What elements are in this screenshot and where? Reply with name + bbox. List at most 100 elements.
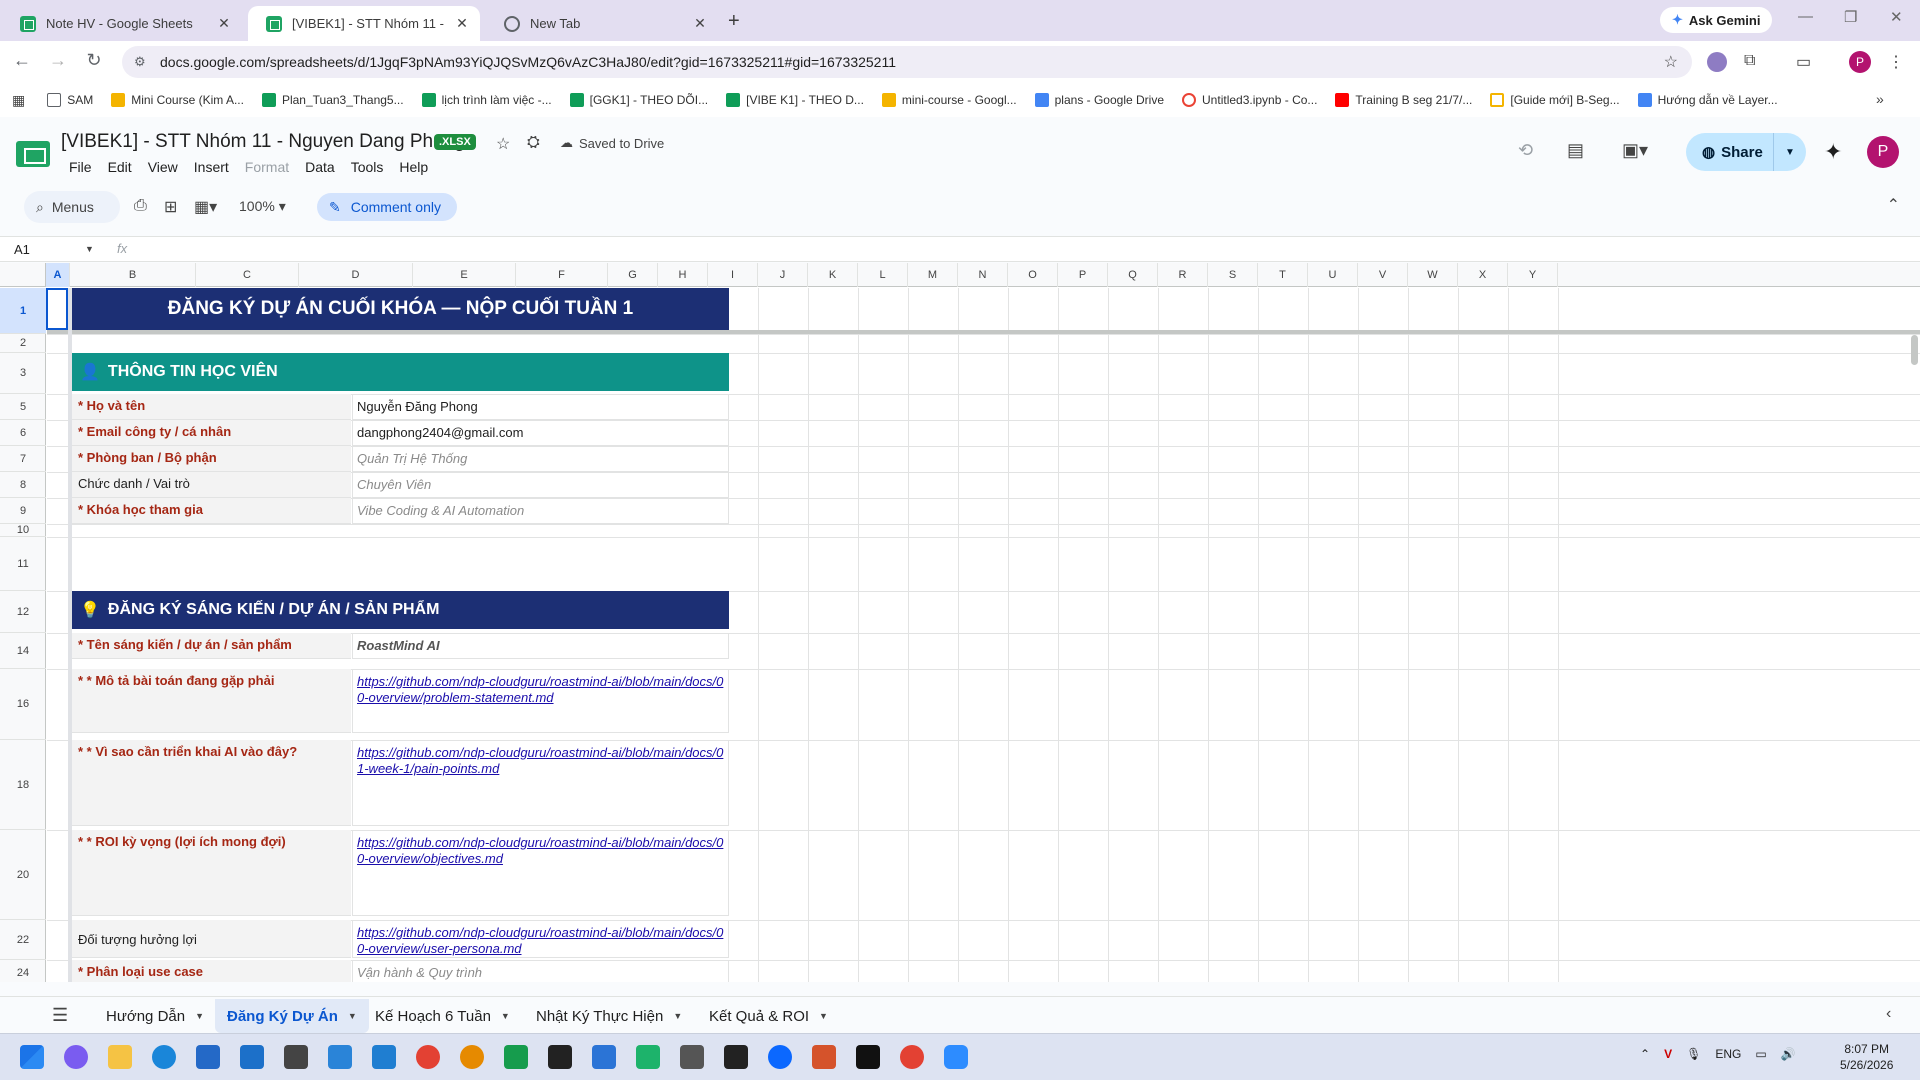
comment-only-mode-button[interactable]: ✎ Comment only — [317, 193, 457, 221]
row-header-2[interactable]: 2 — [0, 334, 46, 353]
value-why-ai-link[interactable]: https://github.com/ndp-cloudguru/roastmi… — [352, 740, 729, 826]
bookmark-star-icon[interactable]: ☆ — [1664, 52, 1678, 72]
sheet-tab-huong-dan[interactable]: Hướng Dẫn ▼ — [94, 999, 216, 1033]
row-header-20[interactable]: 20 — [0, 830, 46, 920]
row-header-11[interactable]: 11 — [0, 537, 46, 591]
row-header-18[interactable]: 18 — [0, 740, 46, 830]
meet-icon[interactable]: ▣▾ — [1622, 140, 1648, 161]
bookmark-item[interactable]: mini-course - Googl... — [881, 93, 1017, 107]
forward-icon[interactable]: → — [46, 50, 70, 71]
all-sheets-menu-icon[interactable]: ☰ — [52, 1005, 68, 1026]
selected-cell-a1[interactable] — [46, 288, 68, 330]
vietkey-icon[interactable]: V — [1664, 1047, 1672, 1061]
column-header-q[interactable]: Q — [1108, 263, 1158, 287]
app-icon[interactable] — [284, 1045, 308, 1069]
minimize-icon[interactable]: — — [1798, 8, 1813, 25]
bookmark-item[interactable]: plans - Google Drive — [1034, 93, 1164, 107]
chevron-down-icon[interactable]: ▼ — [819, 1011, 828, 1021]
row-header-24[interactable]: 24 — [0, 960, 46, 982]
chrome-profile-avatar[interactable]: P — [1849, 51, 1871, 73]
new-tab-button[interactable]: + — [728, 10, 740, 33]
column-header-e[interactable]: E — [413, 263, 516, 287]
extension-icon[interactable] — [1707, 52, 1727, 72]
apps-grid-icon[interactable]: ▦ — [12, 92, 25, 109]
document-title[interactable]: [VIBEK1] - STT Nhóm 11 - Nguyen Dang Pho… — [61, 131, 465, 153]
restore-icon[interactable]: ❐ — [1844, 8, 1857, 26]
microphone-icon[interactable]: 🎙 — [1686, 1047, 1701, 1061]
version-history-icon[interactable]: ⟲ — [1518, 140, 1533, 161]
bookmark-item[interactable]: Plan_Tuan3_Thang5... — [261, 93, 404, 107]
split-view-icon[interactable]: ▭ — [1796, 52, 1816, 72]
reload-icon[interactable]: ↻ — [82, 50, 106, 71]
column-header-u[interactable]: U — [1308, 263, 1358, 287]
menu-format[interactable]: Format — [237, 157, 297, 177]
sheet-tab-nhat-ky[interactable]: Nhật Ký Thực Hiện ▼ — [524, 999, 694, 1033]
spreadsheet-grid[interactable]: ABCDEFGHIJKLMNOPQRSTUVWXY 1 2 3 5 6 7 8 9 10 11 12… — [0, 263, 1920, 982]
bookmark-item[interactable]: [GGK1] - THEO DÕI... — [569, 93, 708, 107]
excel-icon[interactable] — [504, 1045, 528, 1069]
select-all-corner[interactable] — [0, 263, 46, 287]
ask-gemini-button[interactable]: ✦ Ask Gemini — [1660, 7, 1773, 33]
label-why-ai[interactable]: * * Vì sao cần triển khai AI vào đây? — [72, 740, 351, 826]
chevron-down-icon[interactable]: ▼ — [673, 1011, 682, 1021]
column-header-j[interactable]: J — [758, 263, 808, 287]
url-bar[interactable]: ⚙ docs.google.com/spreadsheets/d/1JgqF3p… — [122, 46, 1692, 78]
row-header-10[interactable]: 10 — [0, 524, 46, 537]
language-indicator[interactable]: ENG — [1715, 1047, 1741, 1061]
close-icon[interactable]: ✕ — [454, 15, 470, 32]
zalo-icon[interactable] — [768, 1045, 792, 1069]
section-project-registration[interactable]: 💡 ĐĂNG KÝ SÁNG KIẾN / DỰ ÁN / SẢN PHẨM — [72, 591, 729, 629]
menu-view[interactable]: View — [140, 157, 186, 177]
label-use-case[interactable]: * Phân loại use case — [72, 960, 351, 982]
chevron-down-icon[interactable]: ▼ — [85, 244, 94, 254]
row-header-6[interactable]: 6 — [0, 420, 46, 446]
menu-data[interactable]: Data — [297, 157, 343, 177]
column-header-o[interactable]: O — [1008, 263, 1058, 287]
row-header-22[interactable]: 22 — [0, 920, 46, 960]
form-title-banner[interactable]: ĐĂNG KÝ DỰ ÁN CUỐI KHÓA — NỘP CUỐI TUẦN … — [72, 288, 729, 330]
vscode-icon[interactable] — [372, 1045, 396, 1069]
menu-tools[interactable]: Tools — [343, 157, 392, 177]
column-header-d[interactable]: D — [299, 263, 413, 287]
column-header-g[interactable]: G — [608, 263, 658, 287]
menus-search-button[interactable]: ⌕ Menus — [24, 191, 120, 223]
cmd-icon[interactable] — [856, 1045, 880, 1069]
back-icon[interactable]: ← — [10, 50, 34, 71]
sheets-logo-icon[interactable] — [16, 141, 50, 167]
store-icon[interactable] — [196, 1045, 220, 1069]
chrome-icon[interactable] — [416, 1045, 440, 1069]
column-header-r[interactable]: R — [1158, 263, 1208, 287]
row-header-3[interactable]: 3 — [0, 353, 46, 394]
value-project-name[interactable]: RoastMind AI — [352, 633, 729, 659]
column-header-s[interactable]: S — [1208, 263, 1258, 287]
column-header-x[interactable]: X — [1458, 263, 1508, 287]
browser-tab-new-tab[interactable]: New Tab ✕ — [486, 6, 718, 41]
section-student-info[interactable]: 👤 THÔNG TIN HỌC VIÊN — [72, 353, 729, 391]
column-header-y[interactable]: Y — [1508, 263, 1558, 287]
name-box[interactable]: A1 — [14, 242, 94, 257]
add-note-icon[interactable]: ⊞ — [164, 197, 177, 217]
column-header-t[interactable]: T — [1258, 263, 1308, 287]
menu-file[interactable]: File — [61, 157, 100, 177]
column-header-f[interactable]: F — [516, 263, 608, 287]
side-panel-toggle-icon[interactable]: ‹ — [1886, 1005, 1891, 1023]
row-header-1[interactable]: 1 — [0, 288, 46, 334]
chevron-up-icon[interactable]: ⌃ — [1640, 1047, 1650, 1061]
pycharm-icon[interactable] — [636, 1045, 660, 1069]
bookmarks-overflow-icon[interactable]: » — [1876, 91, 1884, 107]
star-icon[interactable]: ☆ — [496, 134, 510, 154]
label-roi[interactable]: * * ROI kỳ vọng (lợi ích mong đợi) — [72, 830, 351, 916]
collapse-menus-icon[interactable]: ⌃ — [1887, 195, 1900, 215]
chevron-down-icon[interactable]: ▼ — [348, 1011, 357, 1021]
browser-tab-note-hv[interactable]: Note HV - Google Sheets ✕ — [2, 6, 242, 41]
browser-tab-vibek1[interactable]: [VIBEK1] - STT Nhóm 11 - Nguy ✕ — [248, 6, 480, 41]
label-problem[interactable]: * * Mô tả bài toán đang gặp phải — [72, 669, 351, 733]
share-button[interactable]: ◍ Share ▼ — [1686, 133, 1806, 171]
extensions-puzzle-icon[interactable]: ⧉ — [1744, 52, 1764, 72]
value-roi-link[interactable]: https://github.com/ndp-cloudguru/roastmi… — [352, 830, 729, 916]
bookmark-item[interactable]: SAM — [47, 93, 93, 107]
label-beneficiaries[interactable]: Đối tượng hưởng lợi — [72, 920, 351, 958]
bookmark-item[interactable]: Training B seg 21/7/... — [1335, 93, 1472, 107]
bookmark-item[interactable]: Untitled3.ipynb - Co... — [1182, 93, 1317, 107]
value-beneficiaries-link[interactable]: https://github.com/ndp-cloudguru/roastmi… — [352, 920, 729, 958]
